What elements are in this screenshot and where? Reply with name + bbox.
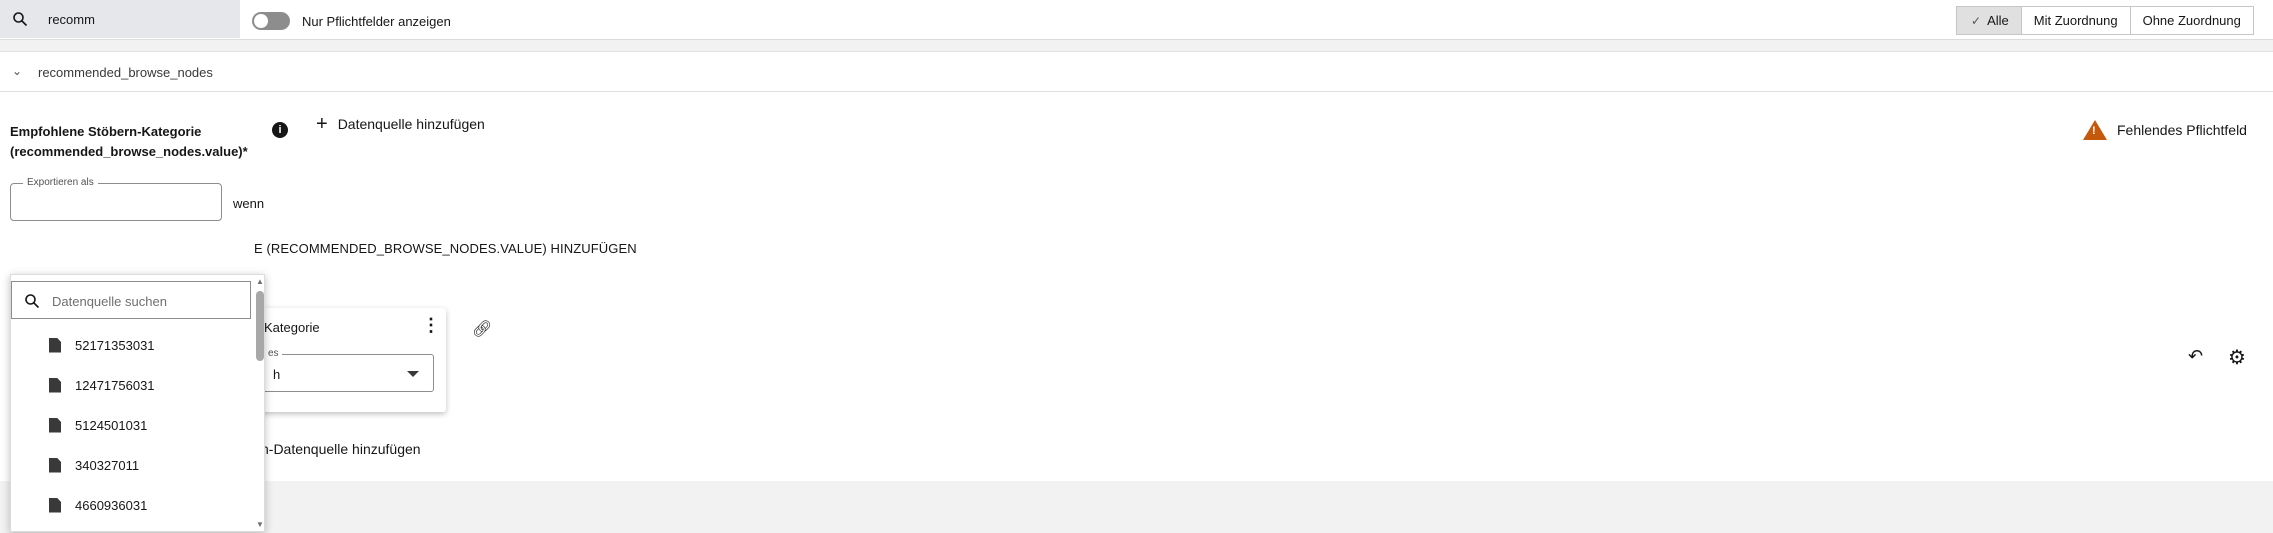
add-source-label: Datenquelle hinzufügen (337, 116, 485, 132)
document-icon (49, 417, 61, 433)
gear-icon[interactable]: ⚙ (2228, 345, 2246, 370)
check-icon: ✓ (1971, 14, 1982, 28)
datasource-search[interactable] (11, 281, 251, 319)
filter-segmented-control: ✓ Alle Mit Zuordnung Ohne Zuordnung (1956, 6, 2254, 35)
field-search[interactable]: recomm (0, 0, 240, 38)
chevron-down-icon[interactable]: ⌄ (12, 64, 22, 78)
top-toolbar: recomm Nur Pflichtfelder anzeigen ✓ Alle … (0, 0, 2273, 40)
card-title: Kategorie (264, 320, 320, 335)
undo-icon[interactable]: ↶ (2188, 346, 2203, 367)
search-value[interactable]: recomm (48, 12, 95, 27)
document-icon (49, 457, 61, 473)
scroll-up-icon[interactable]: ▲ (256, 277, 264, 286)
card-select-value: h (273, 367, 281, 382)
list-item[interactable]: 340327011 (49, 455, 139, 475)
search-icon (25, 294, 40, 309)
list-item[interactable]: 4660936031 (49, 495, 147, 515)
filter-mapped[interactable]: Mit Zuordnung (2020, 7, 2130, 34)
scroll-down-icon[interactable]: ▼ (256, 520, 264, 529)
filter-all-label: Alle (1987, 13, 2009, 28)
section-title: recommended_browse_nodes (38, 65, 213, 80)
document-icon (49, 497, 61, 513)
list-item-label: 12471756031 (75, 377, 155, 393)
list-item[interactable]: 12471756031 (49, 375, 155, 395)
scroll-thumb[interactable] (256, 291, 264, 361)
toggle-label: Nur Pflichtfelder anzeigen (302, 14, 451, 29)
list-item[interactable]: 52171353031 (49, 335, 155, 355)
condition-label: wenn (233, 196, 265, 211)
datasource-dropdown: 52171353031 12471756031 5124501031 34032… (10, 274, 265, 532)
list-item-label: 340327011 (75, 457, 140, 473)
add-source-button[interactable]: + Datenquelle hinzufügen (316, 113, 485, 135)
search-icon (13, 12, 28, 27)
list-item-label: 52171353031 (75, 337, 155, 353)
export-as-field[interactable]: Exportieren als (10, 177, 222, 221)
mapping-panel: ⌄ recommended_browse_nodes Empfohlene St… (0, 51, 2273, 532)
overflow-menu-icon[interactable]: ⋮ (422, 316, 440, 334)
link-icon[interactable]: 🔗︎ (472, 319, 492, 339)
missing-required-badge: ! Fehlendes Pflichtfeld (2083, 120, 2247, 140)
filter-all[interactable]: ✓ Alle (1957, 7, 2021, 34)
dropdown-scrollbar[interactable]: ▲ ▼ (255, 275, 265, 533)
required-only-toggle[interactable] (252, 12, 290, 30)
add-fallback-source-button[interactable]: ch-Datenquelle hinzufügen (254, 441, 421, 457)
card-select[interactable]: es h (244, 348, 434, 392)
list-item-label: 5124501031 (75, 417, 148, 433)
filter-unmapped[interactable]: Ohne Zuordnung (2129, 7, 2253, 34)
section-header[interactable]: ⌄ recommended_browse_nodes (0, 52, 2273, 92)
datasource-search-input[interactable] (52, 291, 242, 311)
plus-icon: + (316, 113, 328, 135)
card-select-label: es (265, 348, 282, 359)
warning-icon: ! (2083, 120, 2107, 140)
field-label: Empfohlene Stöbern-Kategorie (recommende… (10, 124, 248, 159)
add-rule-button[interactable]: E (RECOMMENDED_BROWSE_NODES.VALUE) HINZU… (254, 241, 637, 256)
warning-label: Fehlendes Pflichtfeld (2117, 122, 2247, 138)
export-as-label: Exportieren als (23, 177, 98, 188)
document-icon (49, 337, 61, 353)
caret-down-icon (407, 371, 419, 377)
list-item[interactable]: 5124501031 (49, 415, 147, 435)
toggle-knob (254, 14, 268, 28)
document-icon (49, 377, 61, 393)
list-item-label: 4660936031 (75, 497, 148, 513)
info-icon[interactable]: i (272, 122, 288, 138)
